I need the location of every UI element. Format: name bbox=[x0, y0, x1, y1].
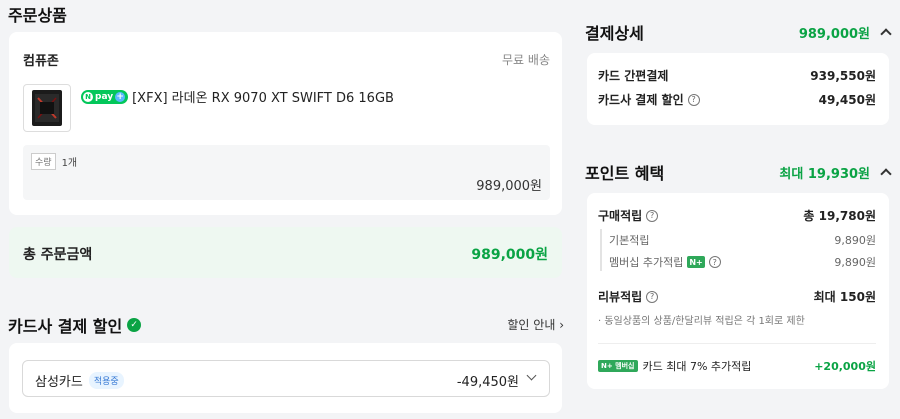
membership-card-icon: N+ 멤버십 bbox=[598, 360, 638, 372]
order-card: 컴퓨존 무료 배송 N pay + [XFX] 라데온 RX 9070 XT S… bbox=[9, 32, 562, 215]
purchase-points-row: 구매적립? 총 19,780원 bbox=[598, 209, 876, 223]
product-name[interactable]: [XFX] 라데온 RX 9070 XT SWIFT D6 16GB bbox=[132, 87, 394, 106]
qty-value: 1개 bbox=[61, 158, 78, 169]
applied-badge: 적용중 bbox=[88, 372, 124, 389]
payment-header[interactable]: 결제상세 989,000원 bbox=[585, 20, 892, 44]
graphics-card-box-image bbox=[32, 90, 62, 126]
naver-membership-icon: N+ bbox=[687, 256, 705, 268]
points-max: 최대 19,930원 bbox=[779, 166, 870, 182]
help-icon[interactable]: ? bbox=[646, 290, 659, 303]
order-section-title: 주문상품 bbox=[8, 6, 67, 25]
plus-icon: + bbox=[115, 91, 126, 102]
shipping-info: 무료 배송 bbox=[502, 53, 550, 67]
help-icon[interactable]: ? bbox=[646, 209, 659, 222]
card-discount-amount: -49,450원 bbox=[456, 375, 519, 390]
chevron-down-icon[interactable] bbox=[526, 370, 537, 381]
npay-badge: N pay + bbox=[81, 89, 129, 104]
product-price: 989,000원 bbox=[476, 179, 542, 194]
points-title: 포인트 혜택 bbox=[585, 164, 665, 183]
points-card: 구매적립? 총 19,780원 기본적립 9,890원 멤버십 추가적립 N+? … bbox=[587, 193, 889, 389]
card-name: 삼성카드 bbox=[35, 375, 83, 390]
card-discount-title: 카드사 결제 할인 bbox=[8, 317, 123, 336]
chevron-right-icon: › bbox=[555, 318, 564, 332]
chevron-up-icon[interactable] bbox=[880, 28, 892, 40]
basic-points-row: 기본적립 9,890원 bbox=[609, 234, 876, 247]
payment-total: 989,000원 bbox=[798, 26, 870, 42]
card-select[interactable]: 삼성카드 적용중 -49,450원 bbox=[22, 360, 550, 397]
membership-points-row: 멤버십 추가적립 N+? 9,890원 bbox=[609, 256, 876, 269]
help-icon[interactable]: ? bbox=[687, 93, 700, 106]
order-total-value: 989,000원 bbox=[471, 247, 548, 263]
help-icon[interactable]: ? bbox=[708, 256, 721, 268]
seller-name: 컴퓨존 bbox=[23, 54, 59, 69]
order-total-bar: 총 주문금액 989,000원 bbox=[9, 227, 562, 278]
payment-title: 결제상세 bbox=[585, 24, 644, 43]
points-sub-divider bbox=[600, 229, 602, 271]
check-icon: ✓ bbox=[127, 318, 142, 332]
divider bbox=[598, 343, 876, 344]
card-discount-panel: 삼성카드 적용중 -49,450원 bbox=[9, 343, 562, 413]
points-header[interactable]: 포인트 혜택 최대 19,930원 bbox=[585, 160, 892, 184]
qty-label: 수량 bbox=[31, 153, 56, 170]
payment-row-card-easy: 카드 간편결제 939,550원 bbox=[598, 69, 876, 83]
payment-detail-card: 카드 간편결제 939,550원 카드사 결제 할인? 49,450원 bbox=[587, 53, 889, 125]
review-note: · 동일상품의 상품/한달리뷰 적립은 각 1회로 제한 bbox=[598, 316, 805, 327]
product-thumbnail[interactable] bbox=[23, 84, 71, 132]
chevron-up-icon[interactable] bbox=[880, 168, 892, 180]
product-title-row: N pay + [XFX] 라데온 RX 9070 XT SWIFT D6 16… bbox=[81, 87, 394, 106]
review-points-row: 리뷰적립? 최대 150원 bbox=[598, 290, 876, 304]
card-extra-points-row: N+ 멤버십 카드 최대 7% 추가적립 +20,000원 bbox=[598, 358, 876, 374]
order-total-label: 총 주문금액 bbox=[23, 247, 93, 263]
qty-price-box: 수량 1개 989,000원 bbox=[23, 145, 550, 200]
payment-row-card-discount: 카드사 결제 할인? 49,450원 bbox=[598, 93, 876, 107]
card-discount-title-row: 카드사 결제 할인 ✓ bbox=[8, 313, 142, 337]
discount-info-link[interactable]: 할인 안내 › bbox=[507, 316, 564, 333]
npay-n-icon: N bbox=[83, 91, 93, 102]
